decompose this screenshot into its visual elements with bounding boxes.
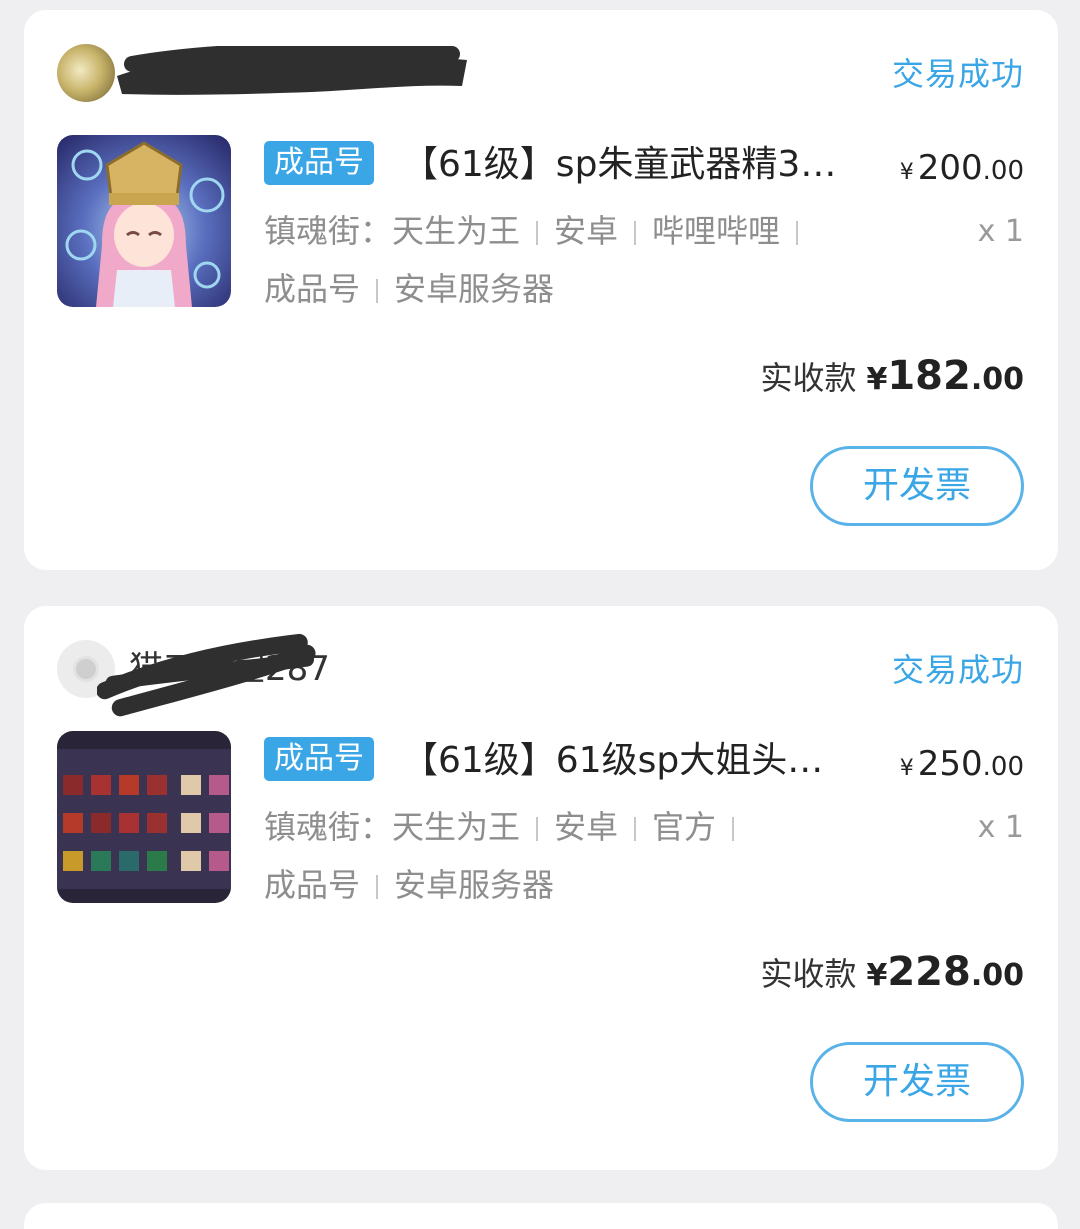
price-currency: ¥ [899,160,914,185]
order-status: 交易成功 [891,651,1024,689]
separator [376,279,379,303]
received-currency: ¥ [866,958,888,993]
attribute-tag: 哔哩哔哩 [652,212,781,250]
seller-row[interactable]: 喵喵喵酷洁 [57,44,617,104]
separator [634,221,637,245]
seller-avatar [57,44,115,102]
received-integer: 182 [887,353,971,399]
cat-icon [73,656,99,682]
attribute-tag: 安卓 [554,212,619,250]
separator [536,221,539,245]
product-thumbnail[interactable] [57,731,231,903]
received-label: 实收款 [760,359,857,397]
received-decimal: .00 [970,958,1024,993]
order-status: 交易成功 [891,55,1024,93]
received-amount: 实收款 ¥228.00 [760,946,1024,1006]
redaction-scribble [97,633,316,717]
attribute-tag: 镇魂街：天生为王 [264,212,521,250]
attribute-line: 成品号 安卓服务器 [264,260,864,318]
attribute-tag: 镇魂街：天生为王 [264,808,521,846]
received-amount: 实收款 ¥182.00 [760,350,1024,410]
separator [536,817,539,841]
price-decimal: .00 [982,156,1024,186]
separator [796,221,799,245]
received-currency: ¥ [866,362,888,397]
product-attributes: 镇魂街：天生为王 安卓 哔哩哔哩 成品号 安卓服务器 [264,202,864,318]
product-title[interactable]: 【61级】sp朱童武器精3… [402,142,862,188]
order-card[interactable] [24,1203,1058,1229]
order-card[interactable]: 喵喵喵酷洁 交易成功 [24,10,1058,570]
received-integer: 228 [887,949,971,995]
separator [376,875,379,899]
price-integer: 200 [917,148,983,188]
product-type-badge: 成品号 [264,141,374,185]
attribute-tag: 官方 [652,808,717,846]
product-attributes: 镇魂街：天生为王 安卓 官方 成品号 安卓服务器 [264,798,864,914]
redaction-scribble [117,46,467,95]
attribute-line: 成品号 安卓服务器 [264,856,864,914]
attribute-line: 镇魂街：天生为王 安卓 官方 [264,798,864,856]
attribute-tag: 安卓服务器 [394,866,555,904]
price-integer: 250 [917,744,983,784]
received-decimal: .00 [970,362,1024,397]
product-price: ¥200.00 [900,146,1024,196]
order-list: 喵喵喵酷洁 交易成功 [0,0,1080,1229]
product-thumbnail[interactable] [57,135,231,307]
seller-row[interactable]: 猫工作室287 [57,633,617,717]
product-type-badge: 成品号 [264,737,374,781]
attribute-tag: 安卓 [554,808,619,846]
separator [634,817,637,841]
separator [732,817,735,841]
invoice-button[interactable]: 开发票 [810,1042,1024,1122]
product-quantity: x 1 [977,214,1024,249]
product-title[interactable]: 【61级】61级sp大姐头… [402,738,862,784]
attribute-tag: 安卓服务器 [394,270,555,308]
product-quantity: x 1 [977,810,1024,845]
price-currency: ¥ [899,756,914,781]
product-price: ¥250.00 [900,742,1024,792]
attribute-line: 镇魂街：天生为王 安卓 哔哩哔哩 [264,202,864,260]
received-label: 实收款 [760,955,857,993]
price-decimal: .00 [982,752,1024,782]
attribute-tag: 成品号 [264,866,361,904]
attribute-tag: 成品号 [264,270,361,308]
order-card[interactable]: 猫工作室287 交易成功 成品号 【61级】61级sp大姐头… ¥ 250.00… [24,606,1058,1170]
invoice-button[interactable]: 开发票 [810,446,1024,526]
